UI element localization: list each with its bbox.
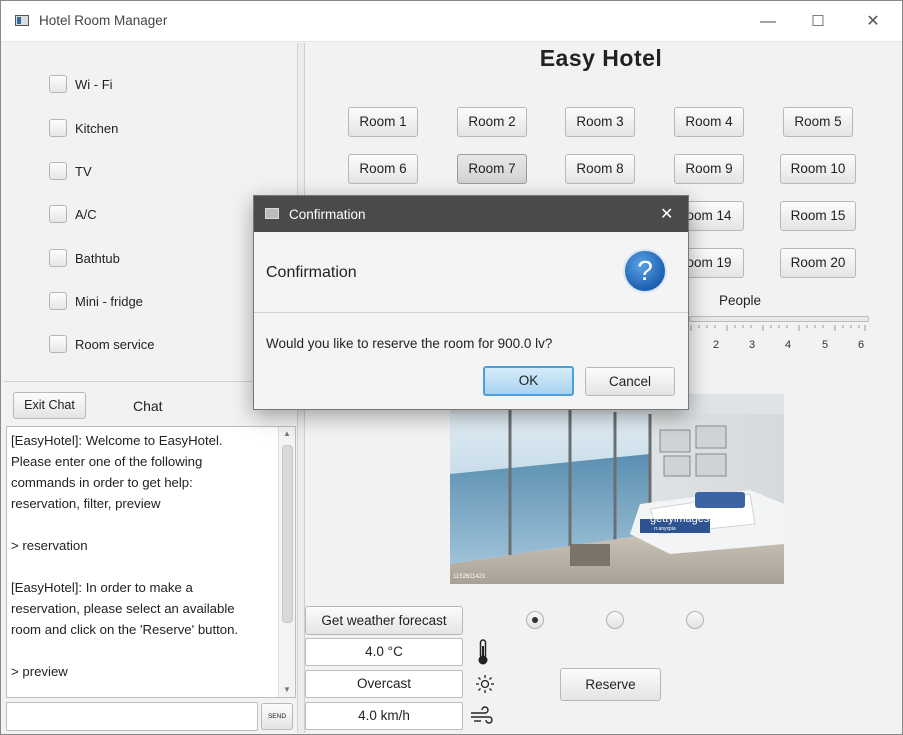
photo-watermark: gettyimages [650, 513, 710, 525]
scrollbar-thumb[interactable] [282, 445, 293, 623]
reserve-button[interactable]: Reserve [560, 668, 661, 701]
checkbox-label: Kitchen [75, 120, 119, 136]
checkbox-box[interactable] [49, 249, 67, 267]
chat-title: Chat [133, 398, 163, 414]
room-5-button[interactable]: Room 5 [783, 107, 853, 137]
people-slider-ticks [690, 325, 866, 331]
photo-radio-1[interactable] [526, 611, 544, 629]
checkbox-bathtub[interactable]: Bathtub [49, 247, 120, 269]
room-15-button[interactable]: Room 15 [780, 201, 856, 231]
exit-chat-button[interactable]: Exit Chat [13, 392, 86, 419]
thermometer-icon [478, 639, 488, 665]
title-bar: Hotel Room Manager — ☐ ✕ [1, 1, 902, 42]
checkbox-box[interactable] [49, 75, 67, 93]
room-10-button[interactable]: Room 10 [780, 154, 856, 184]
cancel-button[interactable]: Cancel [585, 367, 675, 396]
window-title: Hotel Room Manager [39, 13, 168, 28]
hotel-title: Easy Hotel [539, 45, 663, 71]
people-label: People [719, 293, 762, 308]
dialog-app-icon [265, 208, 279, 219]
checkbox-room-service[interactable]: Room service [49, 333, 154, 355]
app-icon [15, 15, 29, 26]
checkbox-box[interactable] [49, 205, 67, 223]
amenities-panel: Wi - Fi Kitchen TV A/C Bathtub Mini - fr… [7, 43, 295, 379]
room-9-button[interactable]: Room 9 [674, 154, 744, 184]
room-photo-image: gettyimages rr.anyxpia 1152611421 [450, 394, 784, 584]
maximize-button[interactable]: ☐ [795, 9, 841, 35]
checkbox-label: TV [75, 163, 92, 179]
chat-scrollbar[interactable]: ▲ ▼ [278, 427, 295, 697]
room-1-button[interactable]: Room 1 [348, 107, 418, 137]
chat-log-text: [EasyHotel]: Welcome to EasyHotel. Pleas… [11, 433, 239, 679]
photo-credit: rr.anyxpia [654, 526, 676, 532]
people-tick-6: 6 [858, 339, 865, 351]
minimize-button[interactable]: — [745, 9, 791, 35]
get-weather-button[interactable]: Get weather forecast [305, 606, 463, 635]
send-button[interactable]: SEND [261, 703, 293, 730]
people-tick-4: 4 [785, 339, 792, 351]
dialog-message: Would you like to reserve the room for 9… [266, 336, 553, 351]
ok-button[interactable]: OK [483, 366, 574, 396]
checkbox-mini-fridge[interactable]: Mini - fridge [49, 290, 143, 312]
room-photo: gettyimages rr.anyxpia 1152611421 [450, 394, 784, 584]
scroll-down-icon[interactable]: ▼ [282, 685, 292, 695]
people-tick-3: 3 [749, 339, 756, 351]
checkbox-label: Room service [75, 336, 155, 352]
close-button[interactable]: ✕ [850, 9, 896, 35]
checkbox-label: Mini - fridge [75, 293, 143, 309]
photo-radio-2[interactable] [606, 611, 624, 629]
chat-log[interactable]: [EasyHotel]: Welcome to EasyHotel. Pleas… [6, 426, 296, 698]
checkbox-tv[interactable]: TV [49, 160, 92, 182]
checkbox-label: Wi - Fi [75, 76, 113, 92]
scroll-up-icon[interactable]: ▲ [282, 429, 292, 439]
sun-icon [476, 675, 494, 693]
room-4-button[interactable]: Room 4 [674, 107, 744, 137]
temperature-field: 4.0 °C [305, 638, 463, 666]
checkbox-wifi[interactable]: Wi - Fi [49, 73, 113, 95]
chat-input[interactable] [6, 702, 258, 731]
checkbox-box[interactable] [49, 162, 67, 180]
dialog-header-text: Confirmation [266, 264, 357, 281]
checkbox-box[interactable] [49, 292, 67, 310]
question-icon: ? [623, 249, 667, 293]
checkbox-label: A/C [75, 206, 97, 222]
dialog-header: Confirmation ? [254, 232, 688, 313]
checkbox-label: Bathtub [75, 250, 120, 266]
photo-id: 1152611421 [453, 574, 486, 580]
radio-selected-dot [532, 617, 538, 623]
dialog-title: Confirmation [289, 207, 366, 222]
checkbox-box[interactable] [49, 119, 67, 137]
room-8-button[interactable]: Room 8 [565, 154, 635, 184]
people-tick-2: 2 [713, 339, 720, 351]
checkbox-ac[interactable]: A/C [49, 203, 97, 225]
room-6-button[interactable]: Room 6 [348, 154, 418, 184]
checkbox-kitchen[interactable]: Kitchen [49, 117, 118, 139]
condition-field: Overcast [305, 670, 463, 698]
checkbox-box[interactable] [49, 335, 67, 353]
confirmation-dialog: Confirmation ✕ Confirmation ? Would you … [253, 195, 689, 410]
room-3-button[interactable]: Room 3 [565, 107, 635, 137]
room-2-button[interactable]: Room 2 [457, 107, 527, 137]
photo-radio-3[interactable] [686, 611, 704, 629]
people-slider[interactable] [689, 316, 869, 322]
dialog-close-icon[interactable]: ✕ [660, 204, 673, 224]
room-20-button[interactable]: Room 20 [780, 248, 856, 278]
dialog-title-bar: Confirmation ✕ [254, 196, 688, 232]
people-tick-5: 5 [822, 339, 829, 351]
wind-icon [471, 706, 493, 724]
wind-field: 4.0 km/h [305, 702, 463, 730]
room-7-button[interactable]: Room 7 [457, 154, 527, 184]
